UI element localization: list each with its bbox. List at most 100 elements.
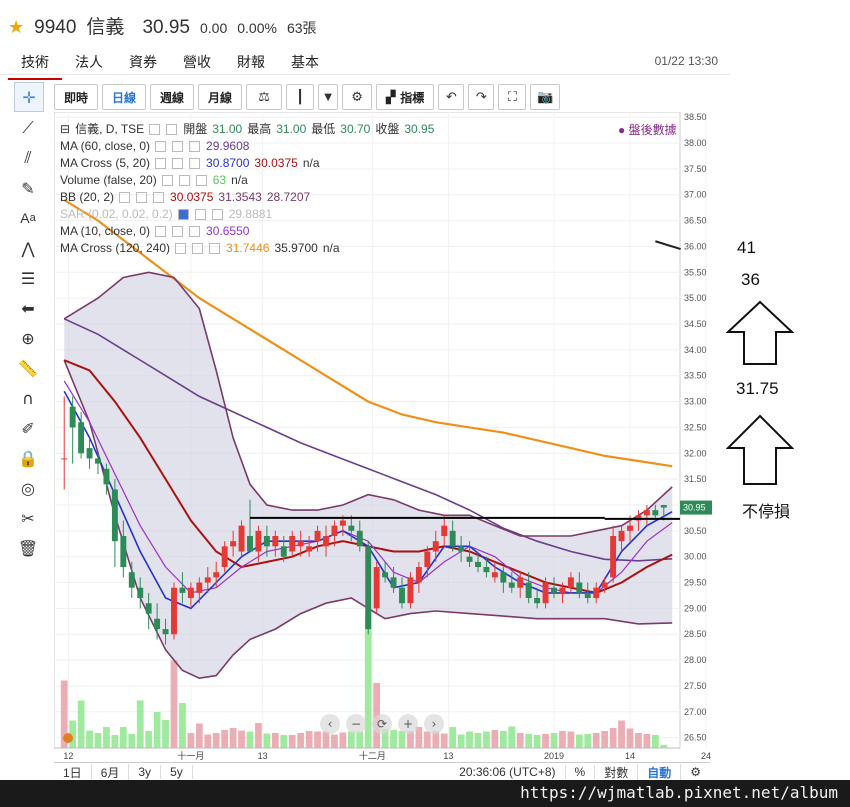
x-tick-label: 14 — [625, 751, 635, 761]
legend-close-icon[interactable] — [189, 141, 201, 152]
legend-volume: Volume (false, 20) 63 n/a — [60, 172, 434, 189]
legend-low: 30.70 — [340, 122, 371, 136]
legend-close-icon[interactable] — [195, 175, 207, 186]
legend-settings-icon[interactable] — [136, 192, 148, 203]
legend-settings-icon[interactable] — [172, 226, 184, 237]
candle-body — [255, 530, 262, 552]
settings-gear-icon[interactable]: ⚙ — [342, 84, 373, 110]
log-scale-button[interactable]: 對數 — [595, 763, 639, 781]
scale-settings-icon[interactable]: ⚙ — [681, 765, 710, 779]
legend-macross5-v2: 30.0375 — [254, 156, 298, 170]
redo-icon[interactable]: ↷ — [468, 84, 495, 110]
y-tick-label: 33.50 — [684, 371, 707, 381]
fib-icon[interactable]: ⫽ — [14, 144, 42, 172]
candle-body — [382, 572, 389, 578]
candle-body — [449, 530, 456, 547]
volume-bar — [77, 700, 85, 748]
tab-margin[interactable]: 資券 — [116, 50, 170, 80]
legend-settings-icon[interactable] — [194, 209, 206, 220]
ruler-icon[interactable]: 📏 — [14, 354, 42, 382]
trash-icon[interactable]: 🗑 — [14, 534, 42, 562]
legend-settings-icon[interactable] — [172, 158, 184, 169]
legend-close-icon[interactable] — [189, 158, 201, 169]
undo-icon[interactable]: ↶ — [438, 84, 465, 110]
range-5y-button[interactable]: 5y — [161, 765, 193, 779]
magnet-icon[interactable]: ∩ — [14, 384, 42, 412]
candle-body — [339, 520, 346, 526]
legend-macross120-v1: 31.7446 — [226, 241, 270, 255]
auto-scale-button[interactable]: 自動 — [638, 763, 682, 781]
tools-icon[interactable]: ✂ — [14, 504, 42, 532]
crosshair-icon[interactable]: ✛ — [14, 82, 44, 112]
range-1d-button[interactable]: 1日 — [54, 763, 92, 781]
annotation-41: 41 — [737, 238, 756, 257]
interval-monthly-button[interactable]: 月線 — [198, 84, 243, 110]
legend-close-icon[interactable] — [209, 243, 221, 254]
volume-bar — [238, 730, 245, 748]
interval-daily-button[interactable]: 日線 — [102, 84, 147, 110]
legend-close-icon[interactable] — [153, 192, 165, 203]
legend-settings-icon[interactable] — [166, 124, 178, 135]
candle-body — [483, 567, 490, 573]
candle-body — [390, 577, 397, 588]
candle-body — [407, 577, 414, 604]
percent-scale-button[interactable]: % — [566, 765, 596, 779]
candle-body — [652, 510, 659, 516]
indicators-button[interactable]: ▞ 指標 — [376, 84, 435, 110]
legend-toggle-icon[interactable]: ⊟ — [60, 121, 70, 138]
trendline-icon[interactable]: ⟋ — [14, 114, 42, 142]
legend-eye-icon[interactable] — [155, 141, 167, 152]
favorite-star-icon[interactable]: ★ — [8, 17, 24, 38]
compare-scale-icon[interactable]: ⚖ — [246, 84, 283, 110]
fullscreen-icon[interactable]: ⛶ — [498, 84, 527, 110]
camera-icon[interactable]: 📷 — [530, 84, 561, 110]
legend-close-label: 收盤 — [375, 122, 400, 136]
text-icon[interactable]: Aa — [14, 204, 42, 232]
legend-eye-icon[interactable] — [175, 243, 187, 254]
candle-body — [660, 504, 667, 508]
candle-body — [280, 546, 287, 557]
volume-bar — [651, 735, 659, 748]
tab-revenue[interactable]: 營收 — [170, 50, 224, 80]
legend-eye-icon[interactable] — [177, 209, 189, 220]
volume-bar — [618, 720, 625, 748]
legend-eye-icon[interactable] — [155, 158, 167, 169]
volume-bar — [339, 732, 347, 748]
interval-realtime-button[interactable]: 即時 — [54, 84, 99, 110]
zoom-in-icon[interactable]: ⊕ — [14, 324, 42, 352]
legend-close-icon[interactable] — [189, 226, 201, 237]
range-6m-button[interactable]: 6月 — [92, 763, 130, 781]
volume-bar — [255, 723, 262, 748]
after-hours-link[interactable]: ● 盤後數據 — [618, 121, 677, 138]
tab-basics[interactable]: 基本 — [278, 50, 332, 80]
measure-icon[interactable]: ☰ — [14, 264, 42, 292]
range-3y-button[interactable]: 3y — [129, 765, 162, 779]
brush-icon[interactable]: ✎ — [14, 174, 42, 202]
pencil-lock-icon[interactable]: ✐ — [14, 414, 42, 442]
legend-settings-icon[interactable] — [192, 243, 204, 254]
candle-body — [179, 587, 186, 593]
eye-off-icon[interactable]: ◎ — [14, 474, 42, 502]
y-tick-label: 30.50 — [684, 526, 707, 536]
legend-eye-icon[interactable] — [161, 175, 173, 186]
legend-settings-icon[interactable] — [172, 141, 184, 152]
legend-settings-icon[interactable] — [178, 175, 190, 186]
clock-display[interactable]: 20:36:06 (UTC+8) — [450, 765, 566, 779]
tab-institutional[interactable]: 法人 — [62, 50, 116, 80]
legend-eye-icon[interactable] — [149, 124, 161, 135]
interval-weekly-button[interactable]: 週線 — [150, 84, 195, 110]
legend-eye-icon[interactable] — [119, 192, 131, 203]
pattern-icon[interactable]: ⋀ — [14, 234, 42, 262]
legend-eye-icon[interactable] — [155, 226, 167, 237]
candle-body — [365, 546, 372, 630]
legend-close-icon[interactable] — [211, 209, 223, 220]
tab-technical[interactable]: 技術 — [8, 50, 62, 80]
volume-bar — [170, 660, 178, 748]
legend-main: ⊟ 信義, D, TSE 開盤 31.00 最高 31.00 最低 30.70 收盤 3… — [60, 121, 434, 138]
candle-type-icon[interactable]: ┃ — [286, 84, 315, 110]
arrow-left-icon[interactable]: ⬅ — [14, 294, 42, 322]
chevron-down-icon[interactable]: ▼ — [318, 84, 339, 110]
candle-body — [584, 592, 591, 599]
lock-icon[interactable]: 🔒 — [14, 444, 42, 472]
tab-financials[interactable]: 財報 — [224, 50, 278, 80]
